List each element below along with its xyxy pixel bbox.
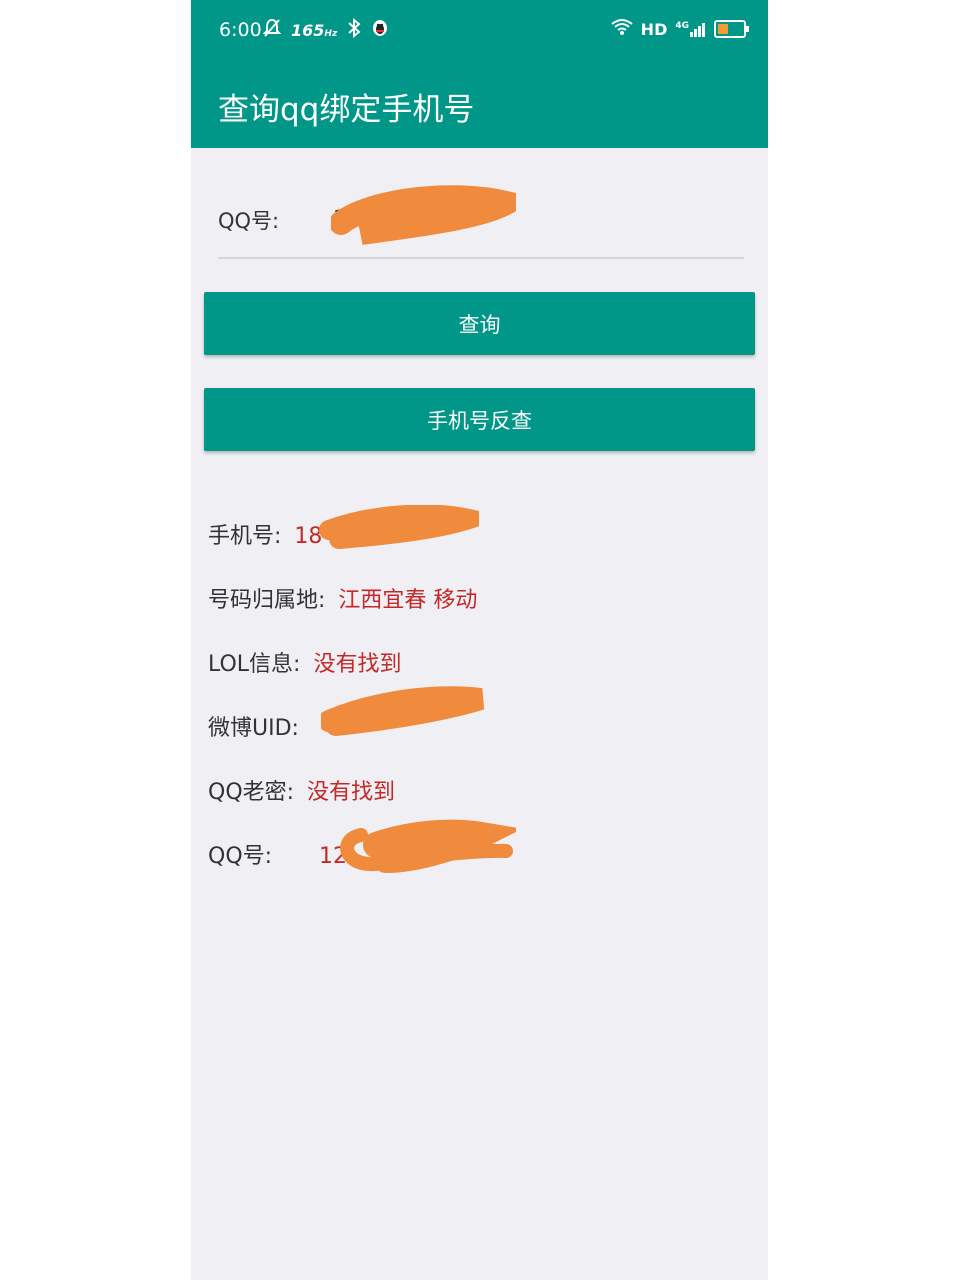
result-qq-password: QQ老密: 没有找到 xyxy=(208,774,395,806)
lol-label: LOL信息: xyxy=(208,652,301,677)
location-value: 江西宜春 移动 xyxy=(338,588,478,613)
status-time: 6:00 xyxy=(219,19,262,41)
page-title: 查询qq绑定手机号 xyxy=(218,92,475,128)
bluetooth-icon xyxy=(347,17,361,43)
status-bar: 6:00 165Hz HD 4G xyxy=(191,0,768,60)
query-button[interactable]: 查询 xyxy=(204,292,755,355)
qq-password-value: 没有找到 xyxy=(307,780,396,805)
qq-field-label: QQ号: xyxy=(218,209,280,233)
refresh-rate: 165 xyxy=(291,21,325,40)
signal-icon: 4G xyxy=(675,21,706,37)
qq-password-label: QQ老密: xyxy=(208,780,295,805)
result-qq: QQ号: 12 xyxy=(208,838,347,870)
phone-label: 手机号: xyxy=(208,524,282,549)
qq-label: QQ号: xyxy=(208,844,273,869)
refresh-unit: Hz xyxy=(324,29,338,39)
input-underline xyxy=(218,257,744,259)
redaction-scribble xyxy=(321,686,485,736)
lol-value: 没有找到 xyxy=(313,652,402,677)
location-label: 号码归属地: xyxy=(208,588,326,613)
mute-icon xyxy=(262,18,282,43)
redaction-scribble xyxy=(340,819,516,873)
redaction-scribble xyxy=(319,505,479,549)
qq-penguin-icon xyxy=(371,18,389,43)
app-bar: 6:00 165Hz HD 4G 查询qq绑定手机号 xyxy=(191,0,768,148)
reverse-lookup-button[interactable]: 手机号反查 xyxy=(204,388,755,451)
phone-screen: 6:00 165Hz HD 4G 查询qq绑定手机号 QQ号: 12 查询 手机… xyxy=(191,0,768,1280)
result-lol: LOL信息: 没有找到 xyxy=(208,646,401,678)
weibo-label: 微博UID: xyxy=(208,716,299,741)
battery-icon xyxy=(714,20,749,38)
wifi-icon xyxy=(611,18,633,40)
result-location: 号码归属地: 江西宜春 移动 xyxy=(208,582,477,614)
hd-label: HD xyxy=(640,19,668,39)
redaction-scribble xyxy=(331,185,516,245)
result-weibo: 微博UID: xyxy=(208,710,305,742)
result-phone: 手机号: 18 xyxy=(208,518,322,550)
